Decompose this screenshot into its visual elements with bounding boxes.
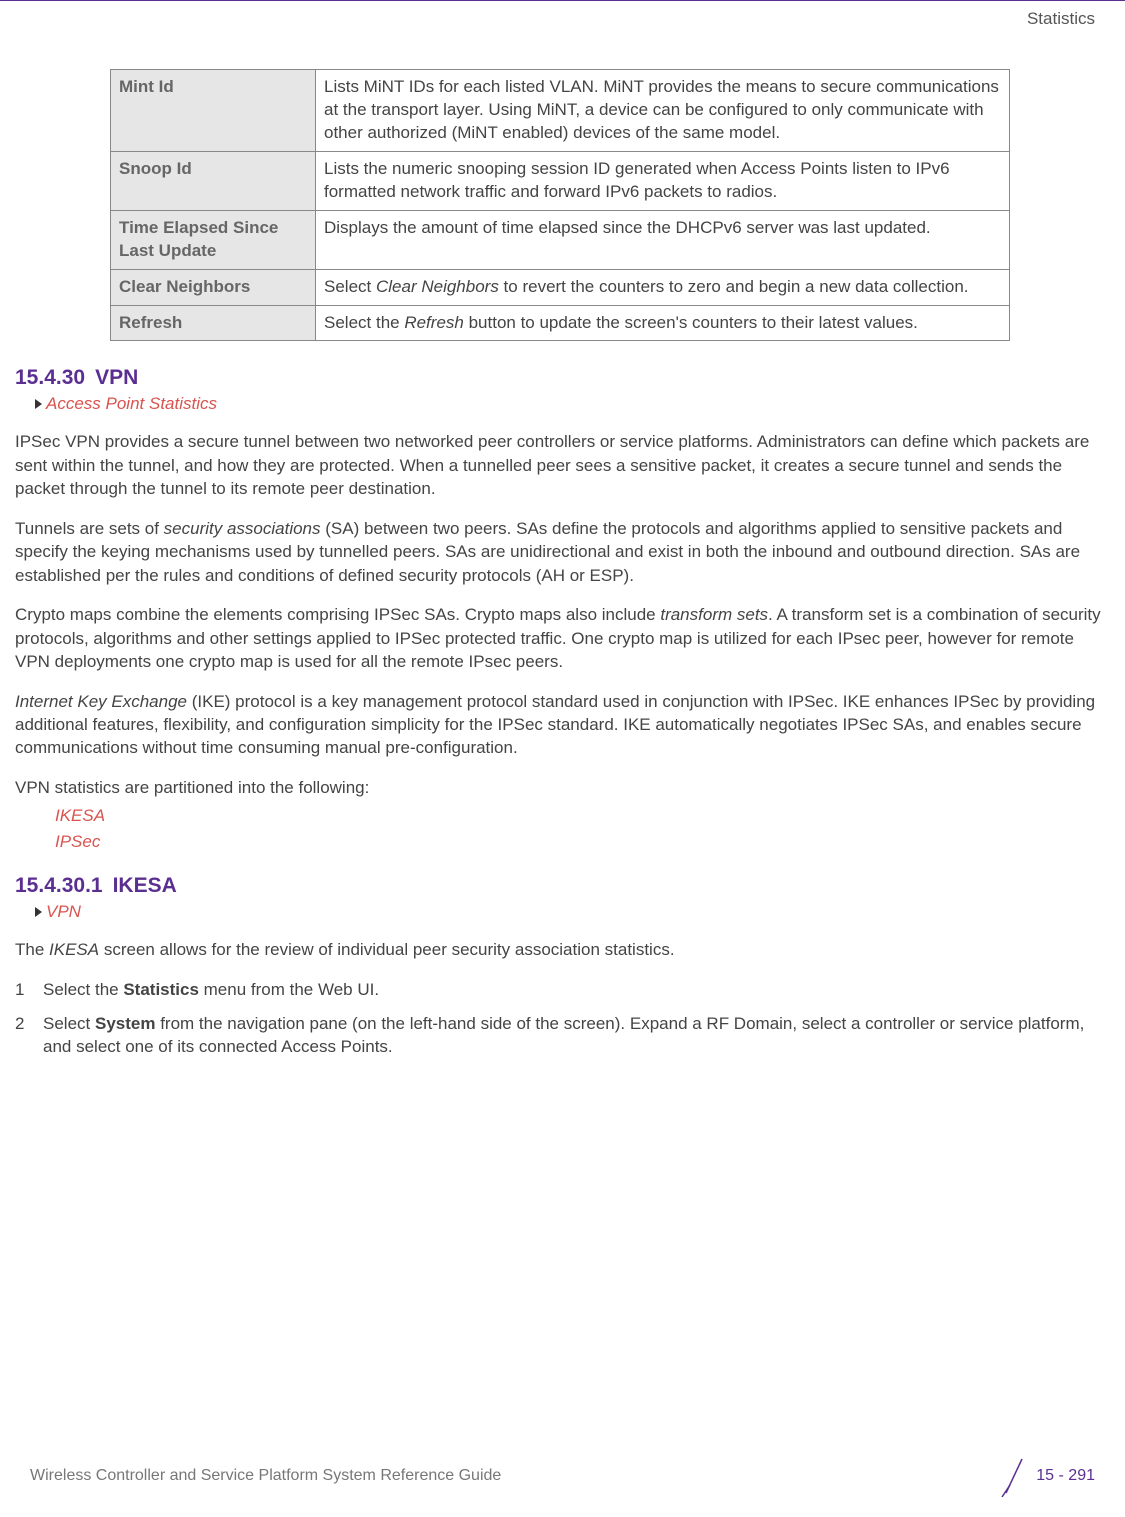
- table-row: Refresh Select the Refresh button to upd…: [111, 305, 1010, 341]
- section-title: IKESA: [113, 874, 177, 898]
- running-header: Statistics: [0, 1, 1125, 29]
- paragraph: Tunnels are sets of security association…: [15, 517, 1110, 587]
- term-cell: Clear Neighbors: [111, 269, 316, 305]
- desc-cell: Lists the numeric snooping session ID ge…: [316, 151, 1010, 210]
- paragraph: VPN statistics are partitioned into the …: [15, 776, 1110, 799]
- section-heading-ikesa: 15.4.30.1 IKESA: [15, 874, 1110, 898]
- link-list: IKESA IPSec: [55, 803, 1110, 854]
- table-row: Clear Neighbors Select Clear Neighbors t…: [111, 269, 1010, 305]
- section-number: 15.4.30: [15, 366, 85, 390]
- page-number: 15 - 291: [1036, 1467, 1095, 1485]
- footer-slash-icon: [1000, 1455, 1028, 1497]
- section-heading-vpn: 15.4.30 VPN: [15, 366, 1110, 390]
- definition-table: Mint Id Lists MiNT IDs for each listed V…: [110, 69, 1010, 341]
- section-title: VPN: [95, 366, 138, 390]
- table-row: Time Elapsed Since Last Update Displays …: [111, 210, 1010, 269]
- desc-cell: Displays the amount of time elapsed sinc…: [316, 210, 1010, 269]
- arrow-right-icon: [35, 907, 42, 917]
- link-ikesa[interactable]: IKESA: [55, 803, 1110, 829]
- paragraph: Internet Key Exchange (IKE) protocol is …: [15, 690, 1110, 760]
- desc-cell: Select Clear Neighbors to revert the cou…: [316, 269, 1010, 305]
- section-number: 15.4.30.1: [15, 874, 103, 898]
- desc-cell: Select the Refresh button to update the …: [316, 305, 1010, 341]
- page-footer: Wireless Controller and Service Platform…: [0, 1455, 1125, 1497]
- desc-cell: Lists MiNT IDs for each listed VLAN. MiN…: [316, 70, 1010, 152]
- step-2: 2 Select System from the navigation pane…: [15, 1012, 1110, 1060]
- table-row: Snoop Id Lists the numeric snooping sess…: [111, 151, 1010, 210]
- term-cell: Time Elapsed Since Last Update: [111, 210, 316, 269]
- paragraph: The IKESA screen allows for the review o…: [15, 938, 1110, 961]
- paragraph: Crypto maps combine the elements compris…: [15, 603, 1110, 673]
- breadcrumb[interactable]: Access Point Statistics: [35, 394, 1110, 414]
- step-number: 1: [15, 978, 43, 1002]
- link-ipsec[interactable]: IPSec: [55, 829, 1110, 855]
- term-cell: Mint Id: [111, 70, 316, 152]
- arrow-right-icon: [35, 399, 42, 409]
- footer-guide-title: Wireless Controller and Service Platform…: [30, 1467, 501, 1485]
- breadcrumb[interactable]: VPN: [35, 902, 1110, 922]
- term-cell: Refresh: [111, 305, 316, 341]
- table-row: Mint Id Lists MiNT IDs for each listed V…: [111, 70, 1010, 152]
- step-number: 2: [15, 1012, 43, 1060]
- term-cell: Snoop Id: [111, 151, 316, 210]
- paragraph: IPSec VPN provides a secure tunnel betwe…: [15, 430, 1110, 500]
- step-1: 1 Select the Statistics menu from the We…: [15, 978, 1110, 1002]
